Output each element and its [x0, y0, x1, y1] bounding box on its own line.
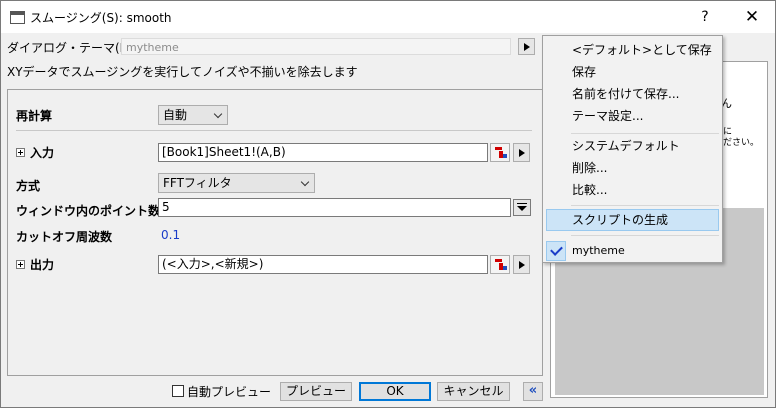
ok-button[interactable]: OK [359, 382, 431, 401]
cutoff-label: カットオフ周波数 [16, 230, 113, 244]
divider [16, 130, 532, 131]
app-window-icon [10, 11, 25, 24]
range-icon-part [495, 259, 502, 262]
input-menu-button[interactable] [513, 143, 530, 162]
dialog-theme-field[interactable]: mytheme [121, 38, 511, 55]
output-range-field[interactable]: (<入力>,<新規>) [158, 255, 488, 274]
window-title: スムージング(S): smooth [30, 11, 172, 25]
chevron-down-icon [213, 109, 223, 119]
triangle-down-icon [517, 206, 527, 211]
menu-item-save-as[interactable]: 名前を付けて保存... [543, 83, 722, 105]
settings-panel: 再計算 自動 入力 [Book1]Sheet1!(A,B) 方式 FFTフィルタ… [7, 89, 543, 376]
triangle-right-icon [524, 43, 530, 51]
close-button[interactable]: ✕ [734, 5, 770, 29]
auto-preview-checkbox[interactable] [172, 385, 184, 397]
auto-preview-label: 自動プレビュー [187, 385, 272, 399]
dialog-window: スムージング(S): smooth ? ✕ ダイアログ・テーマ(H) mythe… [0, 0, 776, 408]
input-range-field[interactable]: [Book1]Sheet1!(A,B) [158, 143, 488, 162]
cancel-button[interactable]: キャンセル [437, 382, 510, 401]
menu-item-save-as-default[interactable]: <デフォルト>として保存 [543, 39, 722, 61]
expand-output-icon[interactable] [16, 260, 25, 269]
menu-item-generate-script[interactable]: スクリプトの生成 [546, 209, 719, 231]
menu-item-mytheme[interactable]: mytheme [543, 240, 722, 262]
dialog-description: XYデータでスムージングを実行してノイズや不揃いを除去します [7, 65, 358, 79]
menu-separator [571, 133, 719, 134]
triangle-right-icon [519, 149, 525, 157]
window-points-label: ウィンドウ内のポイント数 [16, 204, 161, 218]
select-output-button[interactable] [490, 255, 510, 274]
menu-item-theme-settings[interactable]: テーマ設定... [543, 105, 722, 127]
output-menu-button[interactable] [513, 255, 530, 274]
method-select[interactable]: FFTフィルタ [158, 173, 315, 193]
recalc-value: 自動 [163, 108, 188, 122]
menu-item-compare[interactable]: 比較... [543, 179, 722, 201]
menu-separator [571, 235, 719, 236]
input-label: 入力 [30, 146, 55, 160]
menu-separator [571, 205, 719, 206]
output-label: 出力 [30, 258, 55, 272]
menu-item-save[interactable]: 保存 [543, 61, 722, 83]
range-icon-part [503, 266, 507, 270]
collapse-preview-button[interactable]: « [523, 382, 543, 401]
help-button[interactable]: ? [687, 5, 723, 29]
recalc-select[interactable]: 自動 [158, 105, 228, 125]
theme-menu-button[interactable] [518, 38, 535, 55]
menu-item-system-default[interactable]: システムデフォルト [543, 135, 722, 157]
range-icon-part [503, 154, 507, 158]
window-points-field[interactable]: 5 [158, 198, 511, 217]
window-points-dropdown-button[interactable] [513, 199, 531, 216]
range-icon-part [495, 147, 502, 150]
recalc-label: 再計算 [16, 109, 53, 123]
select-range-button[interactable] [490, 143, 510, 162]
dropdown-bar-icon [517, 203, 527, 204]
expand-input-icon[interactable] [16, 148, 25, 157]
preview-text-fragment: ださい。 [723, 138, 760, 148]
method-value: FFTフィルタ [163, 176, 232, 190]
theme-context-menu: <デフォルト>として保存 保存 名前を付けて保存... テーマ設定... システ… [542, 35, 723, 263]
preview-button[interactable]: プレビュー [280, 382, 352, 401]
title-bar: スムージング(S): smooth ? ✕ [1, 1, 775, 33]
menu-item-delete[interactable]: 削除... [543, 157, 722, 179]
method-label: 方式 [16, 179, 41, 193]
triangle-right-icon [519, 261, 525, 269]
dialog-theme-label: ダイアログ・テーマ(H) [7, 41, 134, 55]
chevron-down-icon [300, 177, 310, 187]
cutoff-value[interactable]: 0.1 [161, 228, 180, 242]
